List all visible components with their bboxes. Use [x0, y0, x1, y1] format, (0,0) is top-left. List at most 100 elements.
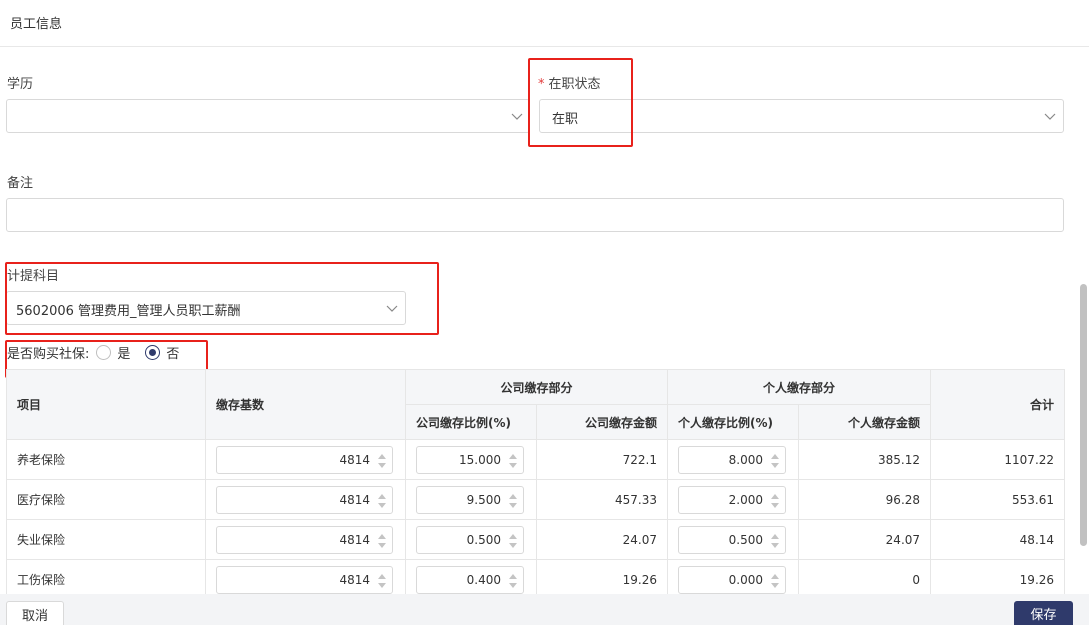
chevron-down-icon	[510, 109, 524, 123]
company-ratio-stepper[interactable]: 0.400	[416, 565, 524, 594]
education-label: 学历	[7, 77, 34, 92]
personal-ratio-stepper[interactable]: 0.000	[678, 565, 787, 594]
account-value: 5602006 管理费用_管理人员职工薪酬	[16, 304, 241, 319]
base-value: 4814	[339, 452, 370, 467]
company-amount-value: 19.26	[622, 572, 658, 587]
personal-ratio-value: 8.000	[728, 452, 764, 467]
company-amount-value: 457.33	[615, 492, 658, 507]
company-ratio-stepper[interactable]: 9.500	[416, 485, 524, 514]
personal-ratio-stepper[interactable]: 0.500	[678, 525, 787, 554]
cell-item: 失业保险	[6, 519, 206, 560]
radio-yes-label[interactable]: 是	[117, 343, 130, 362]
header-company-group: 公司缴存部分	[404, 369, 669, 405]
total-value: 553.61	[1012, 492, 1055, 507]
item-name: 工伤保险	[17, 573, 66, 587]
chevron-down-icon	[385, 301, 399, 315]
header-base: 缴存基数	[205, 369, 406, 440]
stepper-arrows-icon[interactable]	[769, 571, 781, 591]
scrollbar-thumb[interactable]	[1080, 284, 1087, 546]
header-item: 项目	[6, 369, 206, 440]
stepper-arrows-icon[interactable]	[376, 451, 388, 471]
personal-ratio-value: 0.500	[728, 532, 764, 547]
stepper-arrows-icon[interactable]	[769, 491, 781, 511]
stepper-arrows-icon[interactable]	[769, 451, 781, 471]
radio-no[interactable]	[145, 344, 161, 360]
cell-total: 553.61	[930, 479, 1066, 520]
insurance-table: 项目 缴存基数 公司缴存部分 个人缴存部分 合计 公司缴存比例(%) 公司缴存金…	[6, 369, 1066, 600]
cell-company-ratio: 0.500	[405, 519, 537, 560]
personal-amount-value: 0	[912, 572, 921, 587]
personal-amount-value: 96.28	[885, 492, 921, 507]
cell-company-amount: 457.33	[535, 479, 669, 520]
company-ratio-value: 9.500	[466, 492, 501, 507]
header-personal-amount: 个人缴存金额	[798, 404, 932, 440]
personal-ratio-stepper[interactable]: 8.000	[678, 445, 787, 474]
stepper-arrows-icon[interactable]	[376, 571, 388, 591]
header-company-ratio: 公司缴存比例(%)	[405, 404, 537, 440]
cell-company-ratio: 15.000	[405, 439, 537, 480]
personal-ratio-value: 0.000	[728, 572, 764, 587]
table-row: 医疗保险 4814 9.500 457.33 2.000 96.28 553.61	[6, 479, 1066, 520]
item-name: 医疗保险	[17, 493, 66, 507]
table-row: 失业保险 4814 0.500 24.07 0.500 24.07 48.14	[6, 519, 1066, 560]
total-value: 19.26	[1019, 572, 1055, 587]
total-value: 48.14	[1019, 532, 1055, 547]
status-label: * 在职状态	[538, 73, 601, 92]
social-insurance-label: 是否购买社保:	[7, 346, 90, 362]
company-ratio-stepper[interactable]: 0.500	[416, 525, 524, 554]
cell-item: 养老保险	[6, 439, 206, 480]
cell-base: 4814	[205, 479, 406, 520]
cell-total: 48.14	[930, 519, 1066, 560]
stepper-arrows-icon[interactable]	[507, 451, 519, 471]
cell-base: 4814	[205, 439, 406, 480]
cell-item: 医疗保险	[6, 479, 206, 520]
radio-yes[interactable]	[96, 344, 112, 360]
cell-personal-ratio: 0.500	[667, 519, 800, 560]
cell-personal-amount: 24.07	[798, 519, 932, 560]
company-ratio-stepper[interactable]: 15.000	[416, 445, 524, 474]
page-title: 员工信息	[10, 17, 63, 32]
company-amount-value: 24.07	[622, 532, 658, 547]
save-button[interactable]: 保存	[1014, 601, 1073, 625]
base-stepper[interactable]: 4814	[216, 565, 393, 594]
remark-input[interactable]	[6, 198, 1064, 232]
stepper-arrows-icon[interactable]	[507, 491, 519, 511]
cell-personal-amount: 385.12	[798, 439, 932, 480]
base-stepper[interactable]: 4814	[216, 485, 393, 514]
chevron-down-icon	[1043, 109, 1057, 123]
cell-company-amount: 722.1	[535, 439, 669, 480]
header-personal-ratio: 个人缴存比例(%)	[667, 404, 800, 440]
base-stepper[interactable]: 4814	[216, 445, 393, 474]
personal-ratio-value: 2.000	[728, 492, 764, 507]
base-value: 4814	[339, 572, 370, 587]
radio-no-label[interactable]: 否	[166, 343, 179, 362]
page-header: 员工信息	[0, 0, 1089, 47]
stepper-arrows-icon[interactable]	[769, 531, 781, 551]
cell-personal-ratio: 8.000	[667, 439, 800, 480]
cell-company-amount: 24.07	[535, 519, 669, 560]
company-ratio-value: 0.500	[466, 532, 501, 547]
education-select[interactable]	[6, 99, 530, 133]
cell-personal-amount: 96.28	[798, 479, 932, 520]
base-value: 4814	[339, 532, 370, 547]
base-stepper[interactable]: 4814	[216, 525, 393, 554]
required-mark: *	[538, 77, 545, 92]
status-select[interactable]: 在职	[539, 99, 1064, 133]
account-label: 计提科目	[7, 269, 60, 284]
stepper-arrows-icon[interactable]	[507, 571, 519, 591]
footer-bar	[0, 594, 1089, 625]
cell-total: 1107.22	[930, 439, 1066, 480]
header-personal-group: 个人缴存部分	[667, 369, 932, 405]
company-ratio-value: 0.400	[466, 572, 501, 587]
status-label-text: 在职状态	[548, 77, 601, 92]
company-amount-value: 722.1	[622, 452, 658, 467]
stepper-arrows-icon[interactable]	[507, 531, 519, 551]
stepper-arrows-icon[interactable]	[376, 531, 388, 551]
stepper-arrows-icon[interactable]	[376, 491, 388, 511]
personal-ratio-stepper[interactable]: 2.000	[678, 485, 787, 514]
account-select[interactable]: 5602006 管理费用_管理人员职工薪酬	[6, 291, 406, 325]
cell-base: 4814	[205, 519, 406, 560]
item-name: 失业保险	[17, 533, 66, 547]
cell-personal-ratio: 2.000	[667, 479, 800, 520]
cancel-button[interactable]: 取消	[6, 601, 64, 625]
